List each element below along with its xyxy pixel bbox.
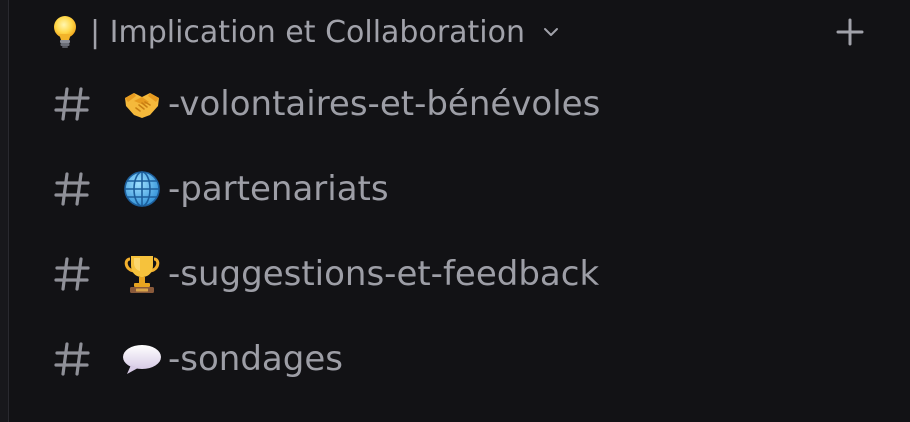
channel-item-suggestions[interactable]: -suggestions-et-feedback — [48, 243, 868, 305]
hash-icon — [48, 165, 96, 213]
add-channel-button[interactable] — [830, 12, 870, 52]
category-header[interactable]: | Implication et Collaboration — [50, 8, 870, 56]
channel-item-volontaires[interactable]: -volontaires-et-bénévoles — [48, 73, 868, 135]
channel-item-partenariats[interactable]: -partenariats — [48, 158, 868, 220]
channel-name: -suggestions-et-feedback — [168, 254, 600, 294]
channel-name: -sondages — [168, 339, 343, 379]
hash-icon — [48, 80, 96, 128]
globe-icon — [120, 167, 164, 211]
chevron-down-icon[interactable] — [541, 22, 561, 42]
hash-icon — [48, 335, 96, 383]
channel-name: -volontaires-et-bénévoles — [168, 84, 601, 124]
channel-item-sondages[interactable]: -sondages — [48, 328, 868, 390]
sidebar-edge — [0, 0, 9, 422]
bulb-icon — [50, 12, 80, 52]
plus-icon — [836, 18, 864, 46]
handshake-icon — [120, 82, 164, 126]
category-label: | Implication et Collaboration — [90, 14, 525, 50]
trophy-icon — [120, 252, 164, 296]
hash-icon — [48, 250, 96, 298]
channel-name: -partenariats — [168, 169, 389, 209]
speech-balloon-icon — [120, 337, 164, 381]
